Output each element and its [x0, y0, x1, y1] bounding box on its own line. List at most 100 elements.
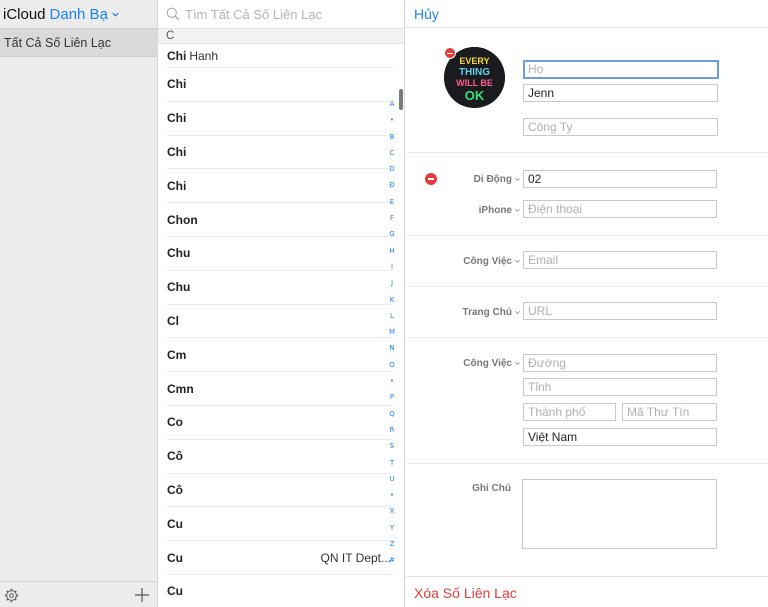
sidebar-header: iCloud Danh Bạ [0, 0, 158, 28]
editor-footer: Xóa Số Liên Lạc [406, 576, 768, 607]
index-letter[interactable]: J [386, 275, 398, 291]
notes-field[interactable] [522, 479, 717, 549]
divider [406, 152, 768, 153]
address-label[interactable]: Công Việc [411, 358, 521, 369]
index-letter[interactable]: Y [386, 520, 398, 536]
last-name-field[interactable]: Họ [523, 60, 719, 79]
search-input[interactable]: Tìm Tất Cả Số Liên Lạc [185, 7, 322, 22]
contact-row[interactable]: Cu QN IT Dept... [167, 541, 393, 575]
url-field[interactable]: URL [523, 302, 717, 320]
app-switcher[interactable]: Danh Bạ [50, 6, 108, 23]
url-label[interactable]: Trang Chủ [411, 307, 521, 318]
contact-row[interactable]: Chi [167, 136, 393, 170]
phone-field-1[interactable]: 02 [523, 170, 717, 188]
brand-label: iCloud [3, 5, 46, 23]
scrollbar[interactable] [399, 89, 403, 110]
index-letter[interactable]: # [386, 552, 398, 568]
index-letter[interactable]: E [386, 194, 398, 210]
contact-first-name: Cl [167, 313, 179, 328]
index-letter[interactable]: R [386, 422, 398, 438]
index-letter[interactable]: L [386, 308, 398, 324]
index-letter[interactable]: X [386, 503, 398, 519]
contact-row[interactable]: Cô [167, 440, 393, 474]
index-letter[interactable]: F [386, 210, 398, 226]
sidebar-item-all-contacts[interactable]: Tất Cả Số Liên Lạc [0, 28, 157, 57]
index-letter[interactable]: G [386, 226, 398, 242]
index-letter[interactable]: B [386, 129, 398, 145]
company-field[interactable]: Công Ty [523, 118, 718, 136]
index-letter[interactable]: U [386, 471, 398, 487]
contact-first-name: Chi [167, 111, 187, 126]
index-letter[interactable]: D [386, 161, 398, 177]
phone-field-2[interactable]: Điện thoại [523, 200, 717, 218]
index-letter[interactable]: M [386, 324, 398, 340]
contact-last-name: Hanh [189, 49, 219, 63]
chevron-down-icon[interactable] [111, 10, 120, 19]
search-bar[interactable]: Tìm Tất Cả Số Liên Lạc [158, 0, 404, 28]
phone-label-2-text: iPhone [478, 205, 512, 216]
contact-row[interactable]: Co [167, 406, 393, 440]
email-field[interactable]: Email [523, 251, 717, 269]
notes-label: Ghi Chú [472, 483, 511, 494]
divider [406, 337, 768, 338]
chevron-down-icon [515, 361, 520, 365]
cancel-button[interactable]: Hủy [414, 6, 439, 22]
contact-row[interactable]: Cm [167, 338, 393, 373]
contact-first-name: Cu [167, 516, 183, 531]
index-letter[interactable]: S [386, 438, 398, 454]
contact-row[interactable]: Cô [167, 474, 393, 508]
index-letter[interactable]: T [386, 455, 398, 471]
contact-row[interactable]: Chi [167, 68, 393, 102]
index-letter[interactable]: A [386, 96, 398, 112]
index-letter[interactable]: N [386, 340, 398, 356]
contact-row[interactable]: Chi [167, 169, 393, 204]
contact-row[interactable]: Cmn [167, 372, 393, 406]
city-field[interactable]: Thành phố [523, 403, 616, 421]
index-letter[interactable]: I [386, 259, 398, 275]
index-letter[interactable]: C [386, 145, 398, 161]
avatar-text-3: WILL BE [456, 78, 493, 88]
index-letter[interactable]: Z [386, 536, 398, 552]
province-field[interactable]: Tỉnh [523, 378, 717, 396]
contact-first-name: Chu [167, 246, 191, 261]
url-label-text: Trang Chủ [462, 307, 512, 318]
contact-row[interactable]: Cu [167, 507, 393, 542]
contact-row[interactable]: Chu [167, 237, 393, 271]
index-letter[interactable]: O [386, 357, 398, 373]
contact-first-name: Cô [167, 449, 183, 464]
index-letter[interactable]: • [386, 112, 398, 128]
country-field[interactable]: Việt Nam [523, 428, 717, 446]
index-letter[interactable]: Đ [386, 177, 398, 193]
index-letter[interactable]: Q [386, 406, 398, 422]
contact-row[interactable]: Cu [167, 575, 393, 607]
zip-field[interactable]: Mã Thư Tín [622, 403, 717, 421]
contact-list-pane: Tìm Tất Cả Số Liên Lạc C Chi Hanh Chi Chi Ch… [158, 0, 405, 607]
contact-row[interactable]: Chu [167, 271, 393, 305]
chevron-down-icon [515, 177, 520, 181]
index-letter[interactable]: P [386, 389, 398, 405]
contact-row[interactable]: Cl [167, 305, 393, 339]
email-label-text: Công Việc [463, 256, 512, 267]
index-letter[interactable]: • [386, 487, 398, 503]
first-name-field[interactable]: Jenn [523, 84, 718, 102]
delete-contact-button[interactable]: Xóa Số Liên Lạc [414, 585, 517, 601]
gear-icon[interactable] [4, 588, 19, 603]
contact-row[interactable]: Chon [167, 203, 393, 237]
remove-photo-button[interactable] [444, 47, 456, 59]
contact-row[interactable]: Chi Hanh [167, 44, 393, 68]
index-letter[interactable]: • [386, 373, 398, 389]
address-label-text: Công Việc [463, 358, 512, 369]
index-letter[interactable]: H [386, 243, 398, 259]
index-letter[interactable]: K [386, 292, 398, 308]
phone-label-2[interactable]: iPhone [411, 205, 521, 216]
street-field[interactable]: Đường [523, 354, 717, 372]
editor-toolbar: Hủy [406, 0, 768, 28]
chevron-down-icon [515, 208, 520, 212]
email-label[interactable]: Công Việc [411, 256, 521, 267]
phone-label-1[interactable]: Di Động [411, 174, 521, 185]
contact-row[interactable]: Chi [167, 102, 393, 136]
contact-first-name: Chon [167, 212, 198, 227]
alphabet-index[interactable]: A • B C D Đ E F G H I J K L M N O • P Q R S T U • X Y Z # [386, 96, 398, 569]
add-contact-icon[interactable] [134, 587, 150, 603]
divider [406, 235, 768, 236]
